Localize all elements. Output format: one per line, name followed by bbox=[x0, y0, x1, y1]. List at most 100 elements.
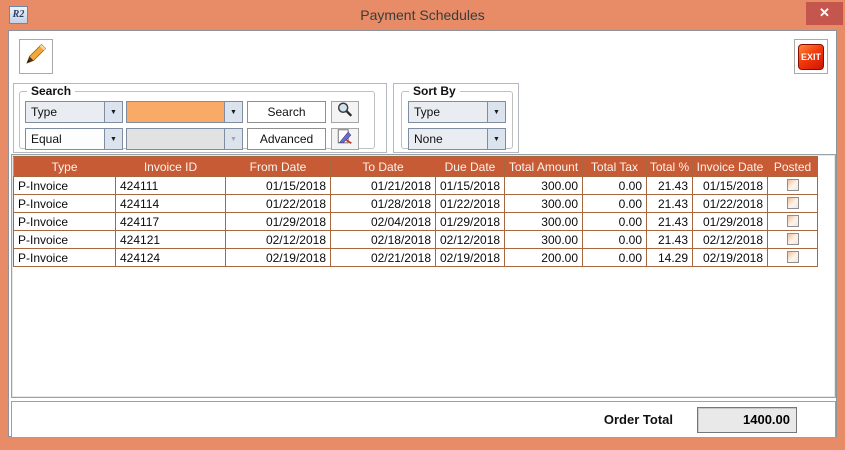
cell-posted bbox=[767, 194, 818, 213]
cell-invoice-date: 02/12/2018 bbox=[692, 230, 768, 249]
chevron-down-icon: ▼ bbox=[224, 129, 242, 149]
posted-checkbox[interactable] bbox=[786, 251, 799, 263]
search-value2-combo: ▼ bbox=[126, 128, 243, 150]
cell-total-pct: 21.43 bbox=[646, 230, 693, 249]
search-field-combo[interactable]: Type ▼ bbox=[25, 101, 123, 123]
sort-panel: Sort By Type ▼ None ▼ bbox=[393, 83, 519, 153]
table-row[interactable]: P-Invoice 424114 01/22/2018 01/28/2018 01/22… bbox=[13, 194, 818, 213]
cell-total-tax: 0.00 bbox=[582, 212, 647, 231]
cell-to-date: 02/18/2018 bbox=[330, 230, 436, 249]
cell-total-amount: 300.00 bbox=[504, 212, 583, 231]
cell-invoice-id: 424111 bbox=[115, 176, 226, 195]
cell-from-date: 01/22/2018 bbox=[225, 194, 331, 213]
cell-from-date: 02/19/2018 bbox=[225, 248, 331, 267]
search-groupbox: Search Type ▼ ▼ Search Equal ▼ ▼ Advance… bbox=[19, 84, 375, 150]
cell-type: P-Invoice bbox=[13, 212, 116, 231]
chevron-down-icon[interactable]: ▼ bbox=[487, 129, 505, 149]
col-header-to-date[interactable]: To Date bbox=[330, 156, 436, 177]
cell-total-pct: 21.43 bbox=[646, 176, 693, 195]
posted-checkbox[interactable] bbox=[786, 215, 799, 227]
cell-total-amount: 300.00 bbox=[504, 194, 583, 213]
cell-total-tax: 0.00 bbox=[582, 176, 647, 195]
search-panel: Search Type ▼ ▼ Search Equal ▼ ▼ Advance… bbox=[13, 83, 387, 153]
table-row[interactable]: P-Invoice 424111 01/15/2018 01/21/2018 01/15… bbox=[13, 176, 818, 195]
table-row[interactable]: P-Invoice 424117 01/29/2018 02/04/2018 01/29… bbox=[13, 212, 818, 231]
cell-posted bbox=[767, 212, 818, 231]
advanced-search-icon-button[interactable] bbox=[331, 128, 359, 150]
sort-primary-combo[interactable]: Type ▼ bbox=[408, 101, 506, 123]
cell-invoice-date: 02/19/2018 bbox=[692, 248, 768, 267]
col-header-invoice-id[interactable]: Invoice ID bbox=[115, 156, 226, 177]
cell-total-amount: 200.00 bbox=[504, 248, 583, 267]
cell-total-amount: 300.00 bbox=[504, 230, 583, 249]
invoice-table: Type Invoice ID From Date To Date Due Da… bbox=[13, 156, 818, 267]
chevron-down-icon[interactable]: ▼ bbox=[224, 102, 242, 122]
document-pencil-icon bbox=[336, 128, 354, 151]
col-header-total-pct[interactable]: Total % bbox=[646, 156, 693, 177]
col-header-total-amount[interactable]: Total Amount bbox=[504, 156, 583, 177]
cell-to-date: 01/21/2018 bbox=[330, 176, 436, 195]
order-total-field: 1400.00 bbox=[697, 406, 797, 433]
cell-invoice-date: 01/22/2018 bbox=[692, 194, 768, 213]
cell-from-date: 01/15/2018 bbox=[225, 176, 331, 195]
advanced-button[interactable]: Advanced bbox=[247, 128, 326, 150]
search-field-value: Type bbox=[31, 105, 58, 119]
col-header-due-date[interactable]: Due Date bbox=[435, 156, 505, 177]
edit-button[interactable] bbox=[19, 39, 53, 74]
cell-from-date: 02/12/2018 bbox=[225, 230, 331, 249]
cell-invoice-id: 424117 bbox=[115, 212, 226, 231]
chevron-down-icon[interactable]: ▼ bbox=[487, 102, 505, 122]
search-button[interactable]: Search bbox=[247, 101, 326, 123]
cell-invoice-date: 01/29/2018 bbox=[692, 212, 768, 231]
col-header-invoice-date[interactable]: Invoice Date bbox=[692, 156, 768, 177]
posted-checkbox[interactable] bbox=[786, 197, 799, 209]
cell-due-date: 01/15/2018 bbox=[435, 176, 505, 195]
table-row[interactable]: P-Invoice 424121 02/12/2018 02/18/2018 02/12… bbox=[13, 230, 818, 249]
cell-from-date: 01/29/2018 bbox=[225, 212, 331, 231]
cell-invoice-id: 424124 bbox=[115, 248, 226, 267]
cell-invoice-id: 424114 bbox=[115, 194, 226, 213]
window-title: Payment Schedules bbox=[360, 7, 485, 23]
cell-total-tax: 0.00 bbox=[582, 194, 647, 213]
table-body: P-Invoice 424111 01/15/2018 01/21/2018 01/15… bbox=[13, 176, 818, 267]
cell-posted bbox=[767, 230, 818, 249]
invoice-table-panel: Type Invoice ID From Date To Date Due Da… bbox=[11, 154, 836, 398]
chevron-down-icon[interactable]: ▼ bbox=[104, 102, 122, 122]
table-row[interactable]: P-Invoice 424124 02/19/2018 02/21/2018 02/19… bbox=[13, 248, 818, 267]
pencil-icon bbox=[24, 42, 48, 71]
col-header-total-tax[interactable]: Total Tax bbox=[582, 156, 647, 177]
posted-checkbox[interactable] bbox=[786, 233, 799, 245]
col-header-posted[interactable]: Posted bbox=[767, 156, 818, 177]
col-header-from-date[interactable]: From Date bbox=[225, 156, 331, 177]
cell-total-pct: 21.43 bbox=[646, 194, 693, 213]
cell-due-date: 01/29/2018 bbox=[435, 212, 505, 231]
search-operator-combo[interactable]: Equal ▼ bbox=[25, 128, 123, 150]
cell-due-date: 02/12/2018 bbox=[435, 230, 505, 249]
titlebar: R2 Payment Schedules ✕ bbox=[0, 0, 845, 30]
cell-total-tax: 0.00 bbox=[582, 230, 647, 249]
sort-secondary-value: None bbox=[414, 132, 443, 146]
cell-total-pct: 21.43 bbox=[646, 212, 693, 231]
col-header-type[interactable]: Type bbox=[13, 156, 116, 177]
magnifier-icon bbox=[336, 101, 354, 124]
cell-due-date: 02/19/2018 bbox=[435, 248, 505, 267]
sort-groupbox: Sort By Type ▼ None ▼ bbox=[401, 84, 513, 150]
search-value-combo[interactable]: ▼ bbox=[126, 101, 243, 123]
cell-type: P-Invoice bbox=[13, 176, 116, 195]
cell-due-date: 01/22/2018 bbox=[435, 194, 505, 213]
exit-button[interactable]: EXIT bbox=[794, 39, 828, 74]
content-area: EXIT Search Type ▼ ▼ Search Equal ▼ ▼ Ad… bbox=[8, 30, 837, 438]
close-button[interactable]: ✕ bbox=[806, 2, 843, 25]
cell-total-tax: 0.00 bbox=[582, 248, 647, 267]
cell-to-date: 02/21/2018 bbox=[330, 248, 436, 267]
search-value bbox=[127, 102, 224, 122]
exit-icon: EXIT bbox=[798, 43, 824, 70]
cell-type: P-Invoice bbox=[13, 230, 116, 249]
chevron-down-icon[interactable]: ▼ bbox=[104, 129, 122, 149]
sort-legend: Sort By bbox=[409, 84, 460, 98]
search-magnifier-button[interactable] bbox=[331, 101, 359, 123]
sort-secondary-combo[interactable]: None ▼ bbox=[408, 128, 506, 150]
cell-invoice-date: 01/15/2018 bbox=[692, 176, 768, 195]
posted-checkbox[interactable] bbox=[786, 179, 799, 191]
sort-primary-value: Type bbox=[414, 105, 441, 119]
